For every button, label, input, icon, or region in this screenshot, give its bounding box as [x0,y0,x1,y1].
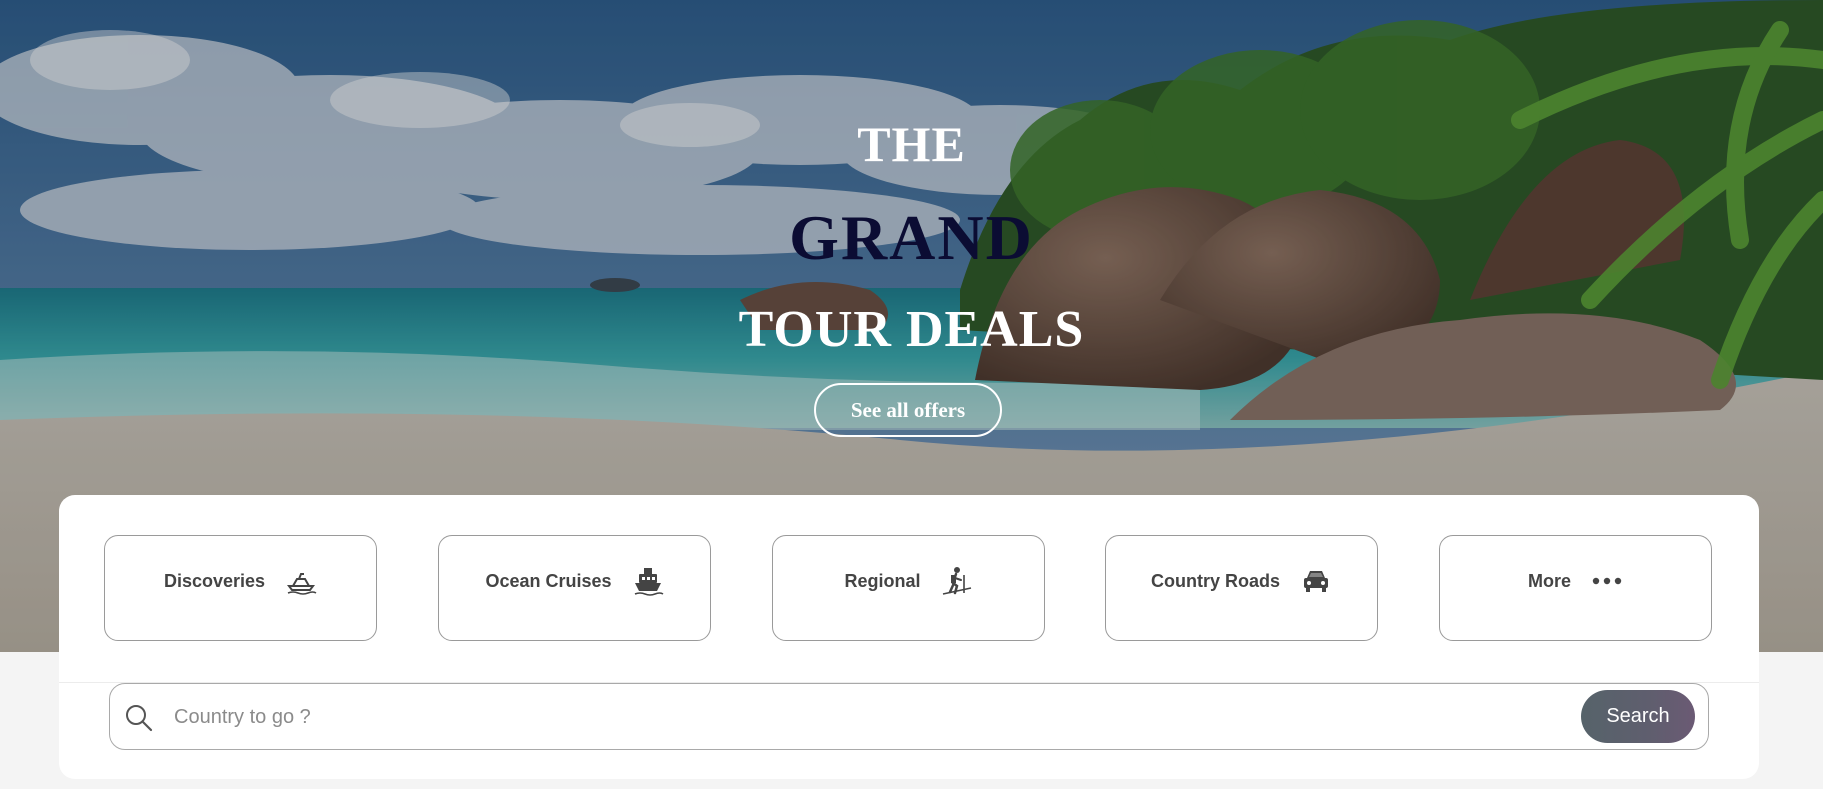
country-search-input[interactable] [172,694,1476,740]
category-label: Ocean Cruises [485,570,612,591]
headline-line-tour-deals: TOUR DEALS [738,301,1085,358]
search-button[interactable]: Search [1581,690,1695,743]
ship-icon [634,568,663,596]
search-panel: Discoveries Ocean Cruises Regional Count… [59,495,1759,779]
category-label: Country Roads [1150,570,1280,591]
search-icon [126,705,153,732]
headline-line-the: THE [857,116,966,172]
category-label: More [1527,570,1571,591]
jet-ski-icon [287,573,317,595]
category-more[interactable]: More [1439,535,1712,641]
car-icon [1304,571,1328,592]
category-country-roads[interactable]: Country Roads [1105,535,1378,641]
headline-line-grand: GRAND [789,202,1034,273]
search-bar: Search [109,683,1709,750]
category-label: Discoveries [163,570,266,591]
hiker-icon [942,567,971,595]
category-discoveries[interactable]: Discoveries [104,535,377,641]
category-regional[interactable]: Regional [772,535,1045,641]
category-label: Regional [844,570,921,591]
see-all-offers-button[interactable]: See all offers [814,383,1002,437]
category-ocean-cruises[interactable]: Ocean Cruises [438,535,711,641]
more-dots-icon [1592,577,1622,585]
